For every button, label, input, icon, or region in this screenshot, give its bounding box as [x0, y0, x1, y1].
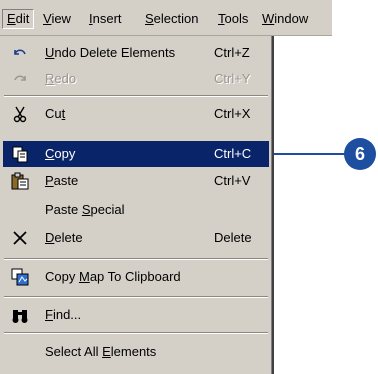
menu-item-paste[interactable]: Paste Ctrl+V	[3, 168, 269, 194]
menu-separator	[4, 258, 268, 260]
menu-bar: Edit View Insert Selection Tools Window	[0, 0, 332, 36]
undo-icon	[11, 44, 29, 62]
paste-icon	[11, 172, 29, 190]
menu-item-redo[interactable]: Redo Ctrl+Y	[3, 66, 269, 92]
menu-item-undo[interactable]: Undo Delete Elements Ctrl+Z	[3, 40, 269, 66]
menu-view[interactable]: View	[39, 10, 75, 28]
menu-item-label: Paste Special	[45, 202, 125, 217]
menu-item-delete[interactable]: Delete Delete	[3, 225, 269, 251]
menu-item-label: Delete	[45, 230, 83, 245]
delete-x-icon	[11, 229, 29, 247]
menu-separator	[4, 296, 268, 298]
callout-line	[274, 153, 350, 155]
menu-selection[interactable]: Selection	[141, 10, 202, 28]
menu-item-copy[interactable]: Copy Ctrl+C	[3, 141, 269, 167]
menu-separator	[4, 95, 268, 97]
scissors-icon	[11, 105, 29, 123]
binoculars-icon	[11, 306, 29, 324]
menu-item-label: Cut	[45, 106, 66, 121]
menu-item-shortcut: Ctrl+C	[214, 146, 252, 161]
menu-item-cut[interactable]: Cut Ctrl+X	[3, 101, 269, 127]
menu-window[interactable]: Window	[258, 10, 312, 28]
menu-edit[interactable]: Edit	[2, 9, 35, 29]
menu-item-label: Select All Elements	[45, 344, 157, 359]
menu-item-label: Paste	[45, 173, 79, 188]
edit-menu-dropdown: Undo Delete Elements Ctrl+Z Redo Ctrl+Y …	[0, 36, 274, 374]
menu-item-shortcut: Ctrl+Z	[214, 45, 250, 60]
menu-item-copy-map[interactable]: Copy Map To Clipboard	[3, 264, 269, 290]
menu-item-label: Undo Delete Elements	[45, 45, 176, 60]
menu-item-label: Find...	[45, 307, 82, 322]
menu-insert[interactable]: Insert	[85, 10, 126, 28]
menu-item-label: Copy	[45, 146, 76, 161]
menu-item-paste-special[interactable]: Paste Special	[3, 197, 269, 223]
menu-item-shortcut: Delete	[214, 230, 252, 245]
menu-item-shortcut: Ctrl+X	[214, 106, 251, 121]
menu-item-label: Copy Map To Clipboard	[45, 269, 181, 284]
menu-item-label: Redo	[45, 71, 77, 86]
menu-tools[interactable]: Tools	[214, 10, 252, 28]
menu-item-find[interactable]: Find...	[3, 302, 269, 328]
menu-item-shortcut: Ctrl+Y	[214, 71, 251, 86]
menu-item-select-all[interactable]: Select All Elements	[3, 339, 269, 365]
menu-item-shortcut: Ctrl+V	[214, 173, 251, 188]
menu-separator	[4, 332, 268, 334]
callout-number: 6	[344, 138, 376, 170]
copy-map-icon	[11, 268, 29, 286]
redo-icon	[11, 70, 29, 88]
copy-icon	[11, 145, 29, 163]
